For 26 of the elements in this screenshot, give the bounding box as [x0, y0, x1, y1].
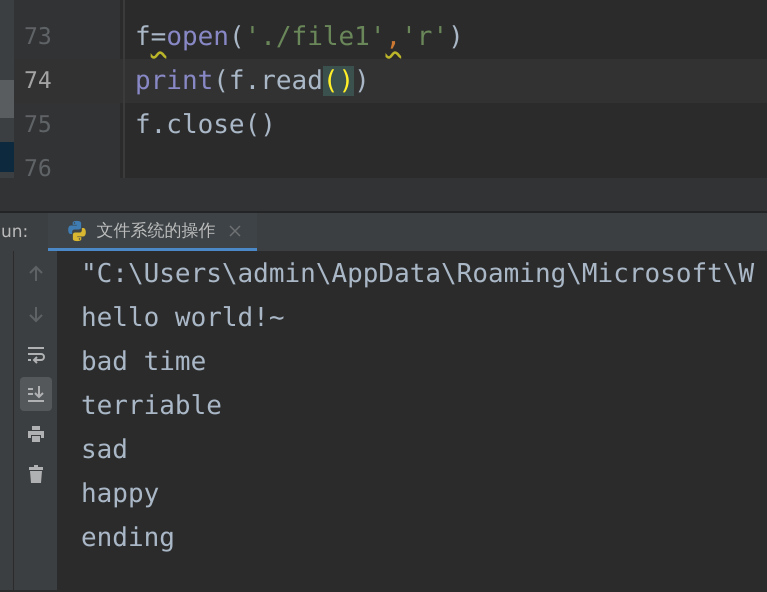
code-token: , — [385, 22, 402, 52]
code-token: './file1' — [244, 22, 386, 52]
output-line: happy — [81, 478, 160, 511]
scroll-to-end-icon[interactable] — [20, 377, 52, 411]
output-line: bad time — [81, 346, 208, 379]
scrollbar-thumb[interactable] — [0, 80, 14, 118]
output-line: ending — [81, 522, 176, 555]
code-token: ( — [228, 22, 245, 52]
code-token: f — [135, 22, 151, 52]
code-token: ) — [354, 66, 370, 96]
run-label: un: — [1, 221, 28, 244]
output-line: sad — [81, 434, 129, 467]
output-line: terriable — [81, 390, 223, 423]
code-token: print — [135, 66, 214, 96]
code-token: (f.read — [213, 66, 323, 96]
code-token: open — [166, 22, 229, 52]
matched-braces: () — [322, 66, 354, 96]
code-token: f.close() — [135, 110, 276, 140]
code-token: 'r' — [401, 22, 448, 52]
python-icon — [66, 220, 88, 242]
selection-marker — [0, 142, 14, 172]
run-tab[interactable]: 文件系统的操作 — [48, 213, 258, 251]
output-line: "C:\Users\admin\AppData\Roaming\Microsoft\W — [81, 258, 756, 291]
code-token: ) — [448, 22, 464, 52]
code-token: = — [150, 22, 166, 52]
output-line: hello world!~ — [81, 302, 286, 335]
